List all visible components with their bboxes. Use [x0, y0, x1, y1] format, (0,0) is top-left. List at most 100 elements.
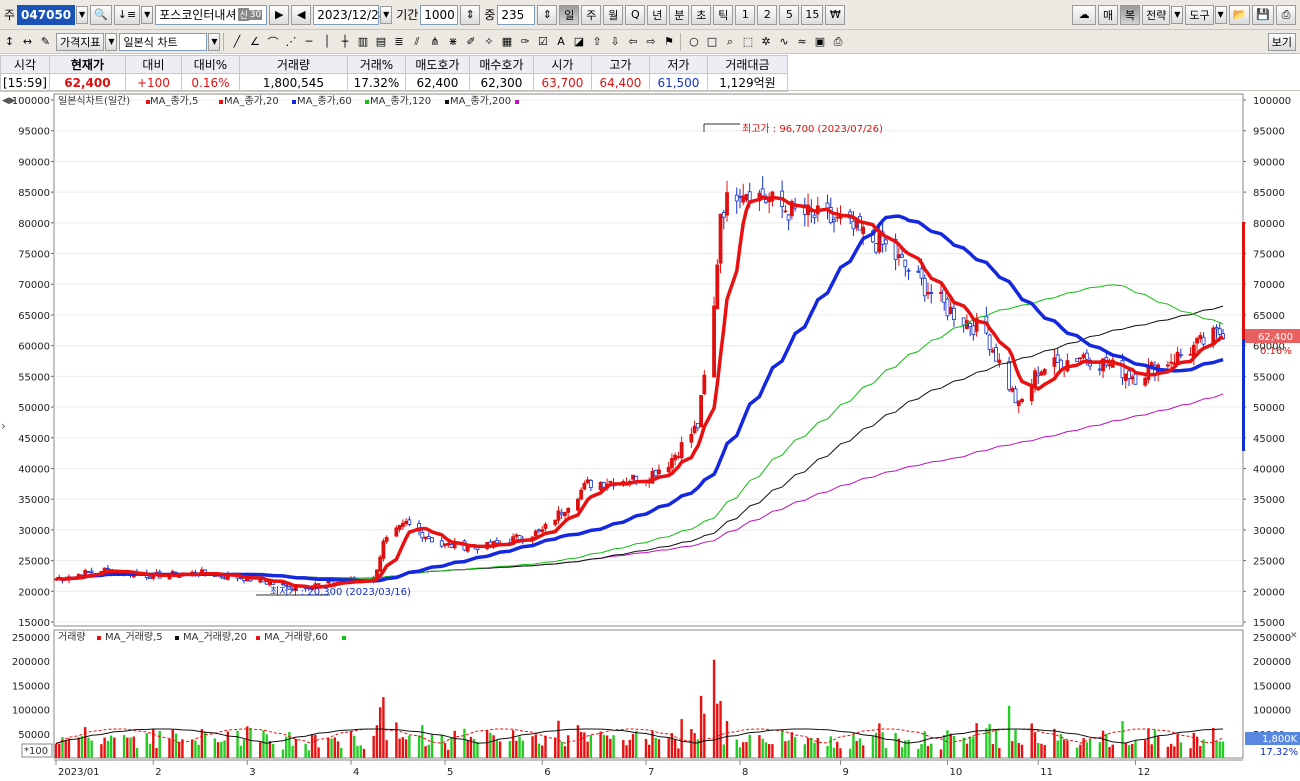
stock-chart[interactable]: 1000009500090000850008000075000700006500…	[0, 92, 1300, 781]
tab-second[interactable]: 초	[691, 4, 712, 25]
close-pane-icon[interactable]: ✕	[1290, 631, 1298, 641]
price-tick-label: 55000	[18, 372, 50, 383]
middle-stepper-icon[interactable]: ⇕	[537, 4, 558, 25]
period-input[interactable]: 1000	[420, 4, 459, 25]
image-icon[interactable]: ◪	[570, 32, 587, 51]
arrows-horizontal-icon[interactable]: ↔	[19, 32, 36, 51]
screenshot-icon[interactable]: ▣	[811, 32, 828, 51]
grid-lines-icon[interactable]: ▥	[354, 32, 371, 51]
search-icon[interactable]: 🔍	[90, 4, 112, 25]
text-icon[interactable]: A	[552, 32, 569, 51]
tab-5[interactable]: 5	[779, 4, 800, 25]
tab-won[interactable]: ₩	[825, 4, 846, 25]
arc-icon[interactable]: ⌒	[264, 32, 281, 51]
arrow-right-icon[interactable]: ⇨	[642, 32, 659, 51]
chevron-down-icon[interactable]: ▼	[208, 32, 221, 51]
volume-pane[interactable]	[53, 629, 1244, 759]
volume-bar	[1127, 745, 1131, 758]
volume-bar	[725, 721, 729, 758]
fibonacci-icon[interactable]: ≣	[390, 32, 407, 51]
tab-15[interactable]: 15	[801, 4, 824, 25]
tab-quarter[interactable]: Q	[625, 4, 646, 25]
arrow-left-icon[interactable]: ⇦	[624, 32, 641, 51]
save-icon[interactable]: 💾	[1252, 4, 1274, 25]
middle-input[interactable]: 235	[497, 4, 536, 25]
fan-icon[interactable]: ⋰	[282, 32, 299, 51]
period-stepper-icon[interactable]: ⇕	[460, 4, 481, 25]
tab-weekly[interactable]: 주	[581, 4, 602, 25]
expand-side-icon[interactable]: ›	[1, 419, 6, 433]
gann-icon[interactable]: ⋇	[444, 32, 461, 51]
prev-stock-button[interactable]: ◀	[291, 4, 312, 25]
sort-icon[interactable]: ↓≡	[113, 4, 141, 25]
pitchfork-icon[interactable]: ⋔	[426, 32, 443, 51]
rectangle-icon[interactable]: □	[703, 32, 720, 51]
printer-icon[interactable]: ⎙	[829, 32, 846, 51]
quote-header: 거래량	[238, 55, 348, 74]
wave2-icon[interactable]: ≈	[793, 32, 810, 51]
chevron-down-icon[interactable]: ▼	[1171, 5, 1184, 24]
tab-minute[interactable]: 분	[669, 4, 690, 25]
horizontal-line-icon[interactable]: ─	[300, 32, 317, 51]
quote-header: 매도호가	[404, 55, 470, 74]
price-indicator-button[interactable]: 가격지표	[56, 32, 105, 51]
chevron-down-icon[interactable]: ▼	[76, 5, 89, 24]
stock-name-field[interactable]: 포스코인터내셔 신 30	[155, 4, 268, 25]
chart-type-select[interactable]: 일본식 차트	[119, 32, 208, 51]
table-icon[interactable]: ▤	[372, 32, 389, 51]
date-input[interactable]: 2023/12/28	[313, 4, 386, 25]
volume-bar	[1105, 733, 1108, 758]
tab-1[interactable]: 1	[735, 4, 756, 25]
next-stock-button[interactable]: ▶	[269, 4, 290, 25]
pen-icon[interactable]: ✐	[462, 32, 479, 51]
arrows-vertical-icon[interactable]: ↕	[1, 32, 18, 51]
select-area-icon[interactable]: ⬚	[739, 32, 756, 51]
tab-2[interactable]: 2	[757, 4, 778, 25]
trendline-icon[interactable]: ╱	[228, 32, 245, 51]
channel-icon[interactable]: ⫽	[408, 32, 425, 51]
candle-body	[670, 458, 674, 469]
paint-icon[interactable]: ✑	[516, 32, 533, 51]
strategy-button[interactable]: 전략	[1142, 4, 1171, 25]
zoom-icon[interactable]: ⌕	[721, 32, 738, 51]
cross-line-icon[interactable]: ┼	[336, 32, 353, 51]
vertical-line-icon[interactable]: │	[318, 32, 335, 51]
multi-button[interactable]: 복	[1120, 4, 1141, 25]
circle-icon[interactable]: ○	[685, 32, 702, 51]
candle-body	[397, 525, 402, 530]
arrow-down-icon[interactable]: ⇩	[606, 32, 623, 51]
volume-legend-ma20: MA_거래량,20	[183, 631, 247, 643]
cloud-icon[interactable]: ☁	[1072, 4, 1097, 25]
candle-body	[968, 323, 973, 328]
chevron-down-icon[interactable]: ▼	[141, 5, 154, 24]
flag-icon[interactable]: ⚑	[660, 32, 677, 51]
price-tick-label: 20000	[18, 587, 50, 598]
tab-yearly[interactable]: 년	[647, 4, 668, 25]
angle-icon[interactable]: ∠	[246, 32, 263, 51]
trade-button[interactable]: 매	[1098, 4, 1119, 25]
volume-bar	[242, 739, 246, 758]
volume-legend-ma5: MA_거래량,5	[105, 631, 163, 643]
tab-monthly[interactable]: 월	[603, 4, 624, 25]
chevron-down-icon[interactable]: ▼	[1214, 5, 1227, 24]
tab-daily[interactable]: 일	[559, 4, 580, 25]
color-icon[interactable]: ▦	[498, 32, 515, 51]
chevron-down-icon[interactable]: ▼	[105, 32, 118, 51]
candle-body	[1084, 352, 1089, 360]
settings-icon[interactable]: ✲	[757, 32, 774, 51]
stock-code-input[interactable]: 047050	[17, 4, 76, 25]
tab-tick[interactable]: 틱	[713, 4, 734, 25]
price-tick-label: 25000	[18, 557, 50, 568]
folder-icon[interactable]: 📂	[1228, 4, 1251, 25]
wave-icon[interactable]: ∿	[775, 32, 792, 51]
price-pane[interactable]	[53, 93, 1244, 627]
arrow-up-icon[interactable]: ⇧	[588, 32, 605, 51]
tools-button[interactable]: 도구	[1185, 4, 1214, 25]
chevron-down-icon[interactable]: ▼	[380, 5, 393, 24]
collapse-left-icon[interactable]: ◀▶	[2, 96, 16, 106]
note-icon[interactable]: ☑	[534, 32, 551, 51]
view-button[interactable]: 보기	[1267, 32, 1296, 51]
edit-icon[interactable]: ✎	[37, 32, 54, 51]
magic-icon[interactable]: ✧	[480, 32, 497, 51]
print-icon[interactable]: ⎙	[1276, 4, 1296, 25]
